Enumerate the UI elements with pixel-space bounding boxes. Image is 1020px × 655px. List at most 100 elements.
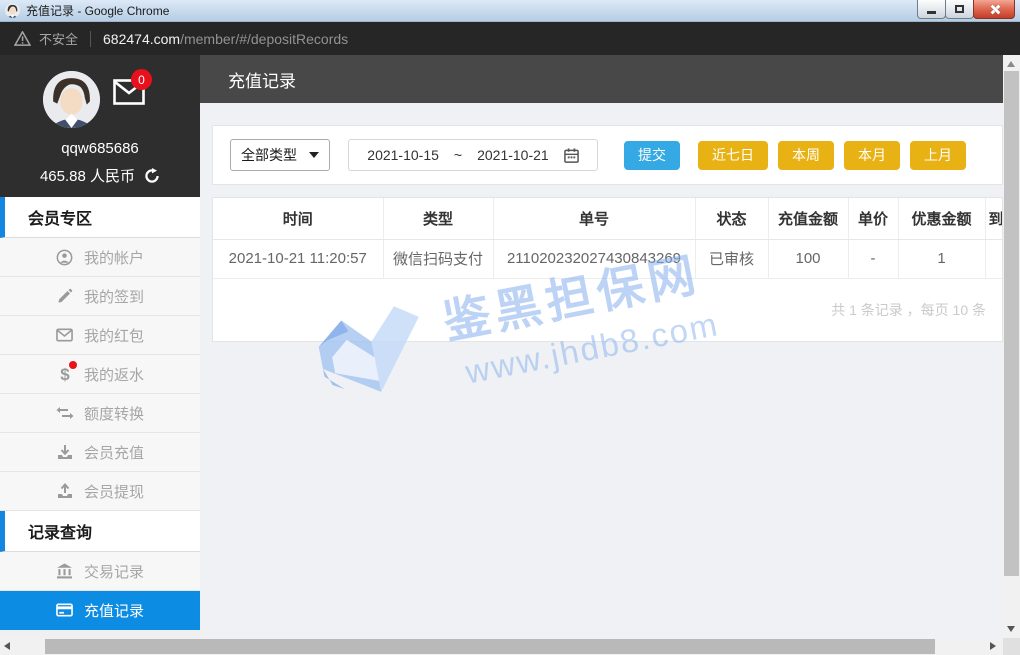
sidebar-item-label: 我的红包 — [84, 325, 144, 346]
page-content: 全部类型 2021-10-15 ~ 2021-10-21 — [200, 103, 1003, 638]
avatar-row: 0 — [35, 71, 165, 131]
main-panel: 充值记录 全部类型 2021-10-15 ~ 2021-10-21 — [200, 55, 1003, 638]
refresh-icon[interactable] — [144, 168, 160, 184]
transfer-icon — [56, 404, 74, 422]
table-row: 2021-10-21 11:20:57 微信扫码支付 2110202320274… — [213, 239, 1003, 278]
maximize-icon — [955, 5, 964, 13]
window-title: 充值记录 - Google Chrome — [26, 2, 169, 19]
url-bar[interactable]: 不安全 682474.com/member/#/depositRecords — [0, 22, 1020, 55]
sidebar-item-quota-transfer[interactable]: 额度转换 — [0, 394, 200, 433]
card-icon — [56, 601, 74, 619]
sidebar-item-my-rebate[interactable]: $ 我的返水 — [0, 355, 200, 394]
col-header-order-no: 单号 — [493, 198, 695, 239]
close-button[interactable] — [973, 0, 1015, 19]
app-body: 0 qqw685686 465.88 人民币 会员专区 — [0, 55, 1020, 638]
security-label: 不安全 — [39, 29, 78, 48]
sidebar-item-label: 额度转换 — [84, 403, 144, 424]
cell-deposit-amount: 100 — [768, 239, 848, 278]
mail-badge: 0 — [131, 69, 152, 90]
chevron-down-icon — [309, 152, 319, 158]
quick-thisweek-button[interactable]: 本周 — [778, 141, 834, 170]
horizontal-scrollbar-thumb[interactable] — [45, 639, 935, 654]
sidebar-item-member-deposit[interactable]: 会员充值 — [0, 433, 200, 472]
records-table-card: 时间 类型 单号 状态 充值金额 单价 优惠金额 到 — [212, 197, 1003, 342]
date-to: 2021-10-21 — [477, 147, 549, 163]
section-label: 会员专区 — [28, 205, 92, 229]
scroll-down-arrow-icon[interactable] — [1007, 626, 1015, 632]
close-icon — [989, 4, 1000, 15]
date-separator: ~ — [454, 147, 462, 163]
cell-order-no: 211020232027430843269 — [493, 239, 695, 278]
sidebar-item-label: 充值记录 — [84, 600, 144, 621]
sidebar-item-my-checkin[interactable]: 我的签到 — [0, 277, 200, 316]
cell-type: 微信扫码支付 — [383, 239, 493, 278]
scroll-left-arrow-icon[interactable] — [4, 642, 10, 650]
quick-last7days-button[interactable]: 近七日 — [698, 141, 768, 170]
sidebar-item-member-withdraw[interactable]: 会员提现 — [0, 472, 200, 511]
envelope-icon — [56, 326, 74, 344]
maximize-button[interactable] — [945, 0, 974, 19]
dollar-icon: $ — [56, 365, 74, 383]
filter-card: 全部类型 2021-10-15 ~ 2021-10-21 — [212, 125, 1003, 185]
avatar[interactable] — [43, 71, 100, 128]
username: qqw685686 — [61, 140, 139, 157]
table-header-row: 时间 类型 单号 状态 充值金额 单价 优惠金额 到 — [213, 198, 1003, 239]
vertical-scrollbar-thumb[interactable] — [1004, 71, 1019, 576]
balance-row: 465.88 人民币 — [40, 165, 160, 186]
window-controls — [918, 0, 1015, 19]
records-table: 时间 类型 单号 状态 充值金额 单价 优惠金额 到 — [213, 198, 1003, 279]
withdraw-upload-icon — [56, 482, 74, 500]
calendar-icon — [564, 148, 579, 163]
page-title: 充值记录 — [228, 67, 296, 92]
sidebar-item-my-redpacket[interactable]: 我的红包 — [0, 316, 200, 355]
minimize-icon — [927, 11, 936, 14]
title-bar: 充值记录 - Google Chrome — [0, 0, 1020, 22]
type-select[interactable]: 全部类型 — [230, 139, 330, 171]
scrollbar-corner — [1003, 638, 1020, 655]
sidebar-item-label: 我的帐户 — [84, 247, 144, 268]
quick-thismonth-button[interactable]: 本月 — [844, 141, 900, 170]
notification-dot — [69, 361, 77, 369]
col-header-deposit-amount: 充值金额 — [768, 198, 848, 239]
url-path: /member/#/depositRecords — [180, 31, 348, 47]
submit-button[interactable]: 提交 — [624, 141, 680, 170]
sidebar-section-member-zone: 会员专区 — [0, 197, 200, 238]
sidebar-item-my-account[interactable]: 我的帐户 — [0, 238, 200, 277]
browser-window: 充值记录 - Google Chrome 不安全 682474.com/memb… — [0, 0, 1020, 655]
col-header-status: 状态 — [695, 198, 768, 239]
cell-discount-amount: 1 — [898, 239, 985, 278]
vertical-scrollbar[interactable] — [1003, 55, 1020, 638]
type-select-value: 全部类型 — [241, 145, 297, 165]
cell-status[interactable]: 已审核 — [695, 239, 768, 278]
balance-value: 465.88 人民币 — [40, 165, 135, 186]
cell-clipped — [985, 239, 1003, 278]
col-header-type: 类型 — [383, 198, 493, 239]
scroll-right-arrow-icon[interactable] — [990, 642, 996, 650]
minimize-button[interactable] — [917, 0, 946, 19]
url-divider — [90, 31, 91, 47]
url-domain: 682474.com — [103, 31, 180, 47]
user-block: 0 qqw685686 465.88 人民币 — [0, 55, 200, 197]
horizontal-scrollbar[interactable] — [0, 638, 1020, 655]
quick-lastmonth-button[interactable]: 上月 — [910, 141, 966, 170]
sidebar-item-transaction-records[interactable]: 交易记录 — [0, 552, 200, 591]
sidebar-item-label: 会员充值 — [84, 442, 144, 463]
sidebar-menu: 会员专区 我的帐户 我的签到 — [0, 197, 200, 638]
sidebar-item-label: 我的返水 — [84, 364, 144, 385]
pencil-icon — [56, 287, 74, 305]
page-header: 充值记录 — [200, 55, 1003, 103]
col-header-discount-amount: 优惠金额 — [898, 198, 985, 239]
sidebar-item-deposit-records[interactable]: 充值记录 — [0, 591, 200, 630]
col-header-unit-price: 单价 — [848, 198, 898, 239]
section-label: 记录查询 — [28, 519, 92, 543]
sidebar-item-label: 交易记录 — [84, 561, 144, 582]
favicon-avatar-icon — [5, 3, 20, 18]
deposit-download-icon — [56, 443, 74, 461]
col-header-clipped: 到 — [985, 198, 1003, 239]
user-icon — [56, 248, 74, 266]
scroll-up-arrow-icon[interactable] — [1007, 61, 1015, 67]
sidebar-item-label: 会员提现 — [84, 481, 144, 502]
date-range-picker[interactable]: 2021-10-15 ~ 2021-10-21 — [348, 139, 598, 171]
warning-triangle-icon — [14, 31, 31, 46]
sidebar: 0 qqw685686 465.88 人民币 会员专区 — [0, 55, 200, 638]
